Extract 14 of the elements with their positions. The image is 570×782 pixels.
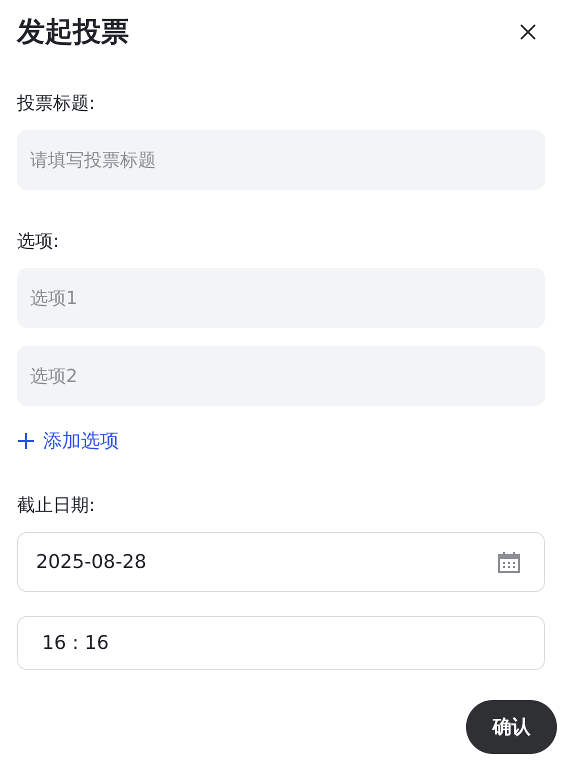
field-label: 投票标题: [17, 92, 96, 116]
field-label: 截止日期: [17, 494, 96, 518]
time-field[interactable]: 16 : 16 [17, 616, 545, 670]
field-label: 选项: [17, 230, 60, 254]
input-field[interactable]: 选项1 [17, 268, 545, 328]
date-field[interactable]: 2025-08-28 [17, 532, 545, 592]
calendar-icon [498, 551, 520, 573]
dialog-title: 发起投票 [17, 14, 129, 50]
plus-icon [17, 432, 35, 450]
confirm-button[interactable]: 确认 [466, 700, 557, 754]
input-field[interactable]: 请填写投票标题 [17, 130, 545, 190]
close-icon[interactable] [519, 23, 537, 41]
input-field[interactable]: 选项2 [17, 346, 545, 406]
add-option-link[interactable]: 添加选项 [17, 428, 119, 454]
